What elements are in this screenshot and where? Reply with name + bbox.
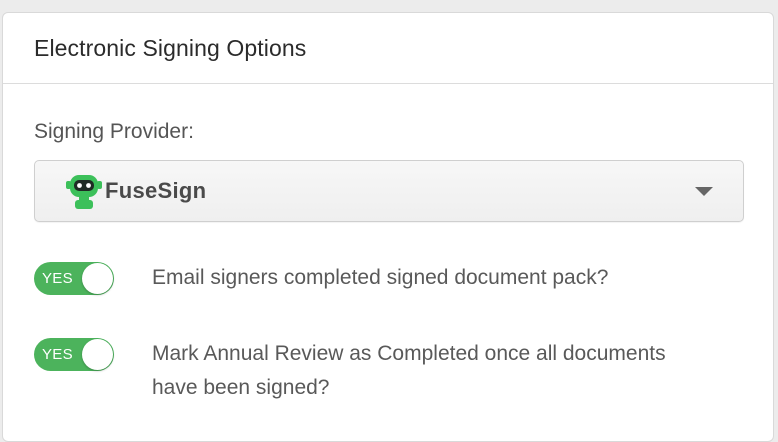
signing-provider-label: Signing Provider: xyxy=(34,120,194,143)
mark-annual-review-toggle[interactable]: YES xyxy=(34,338,114,371)
chevron-down-icon xyxy=(695,187,713,196)
option-email-signers: YES Email signers completed signed docum… xyxy=(34,262,672,295)
signing-provider-select[interactable]: FuseSign xyxy=(34,160,744,222)
electronic-signing-options-panel: Electronic Signing Options Signing Provi… xyxy=(2,12,774,442)
option-mark-annual-review: YES Mark Annual Review as Completed once… xyxy=(34,338,672,405)
email-signers-toggle[interactable]: YES xyxy=(34,262,114,295)
mark-annual-review-text: Mark Annual Review as Completed once all… xyxy=(152,342,666,399)
toggle-label: YES xyxy=(42,270,73,287)
toggle-label: YES xyxy=(42,346,73,363)
toggle-knob xyxy=(82,263,113,294)
signing-provider-value: FuseSign xyxy=(105,178,207,203)
panel-header: Electronic Signing Options xyxy=(3,13,773,84)
email-signers-text: Email signers completed signed document … xyxy=(152,266,609,289)
panel-title: Electronic Signing Options xyxy=(34,34,307,61)
toggle-knob xyxy=(82,339,113,370)
fusesign-robot-icon xyxy=(63,172,105,212)
